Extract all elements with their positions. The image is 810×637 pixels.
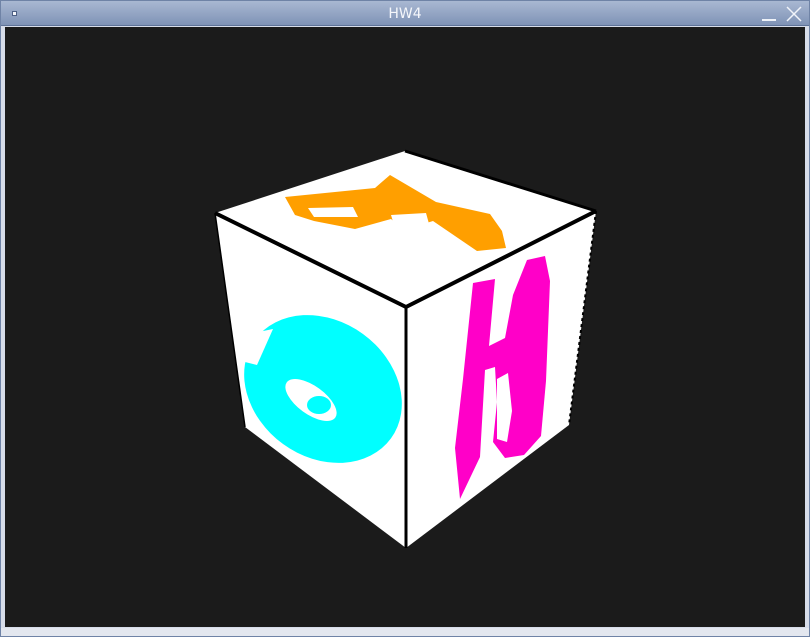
app-window: HW4 [0, 0, 810, 637]
minimize-icon[interactable] [762, 19, 776, 21]
title-bar[interactable]: HW4 [1, 1, 809, 26]
render-canvas[interactable] [5, 27, 805, 627]
cube-scene [214, 149, 597, 548]
window-title: HW4 [388, 6, 422, 22]
window-bottom-border [1, 628, 809, 636]
close-icon[interactable] [785, 6, 803, 22]
